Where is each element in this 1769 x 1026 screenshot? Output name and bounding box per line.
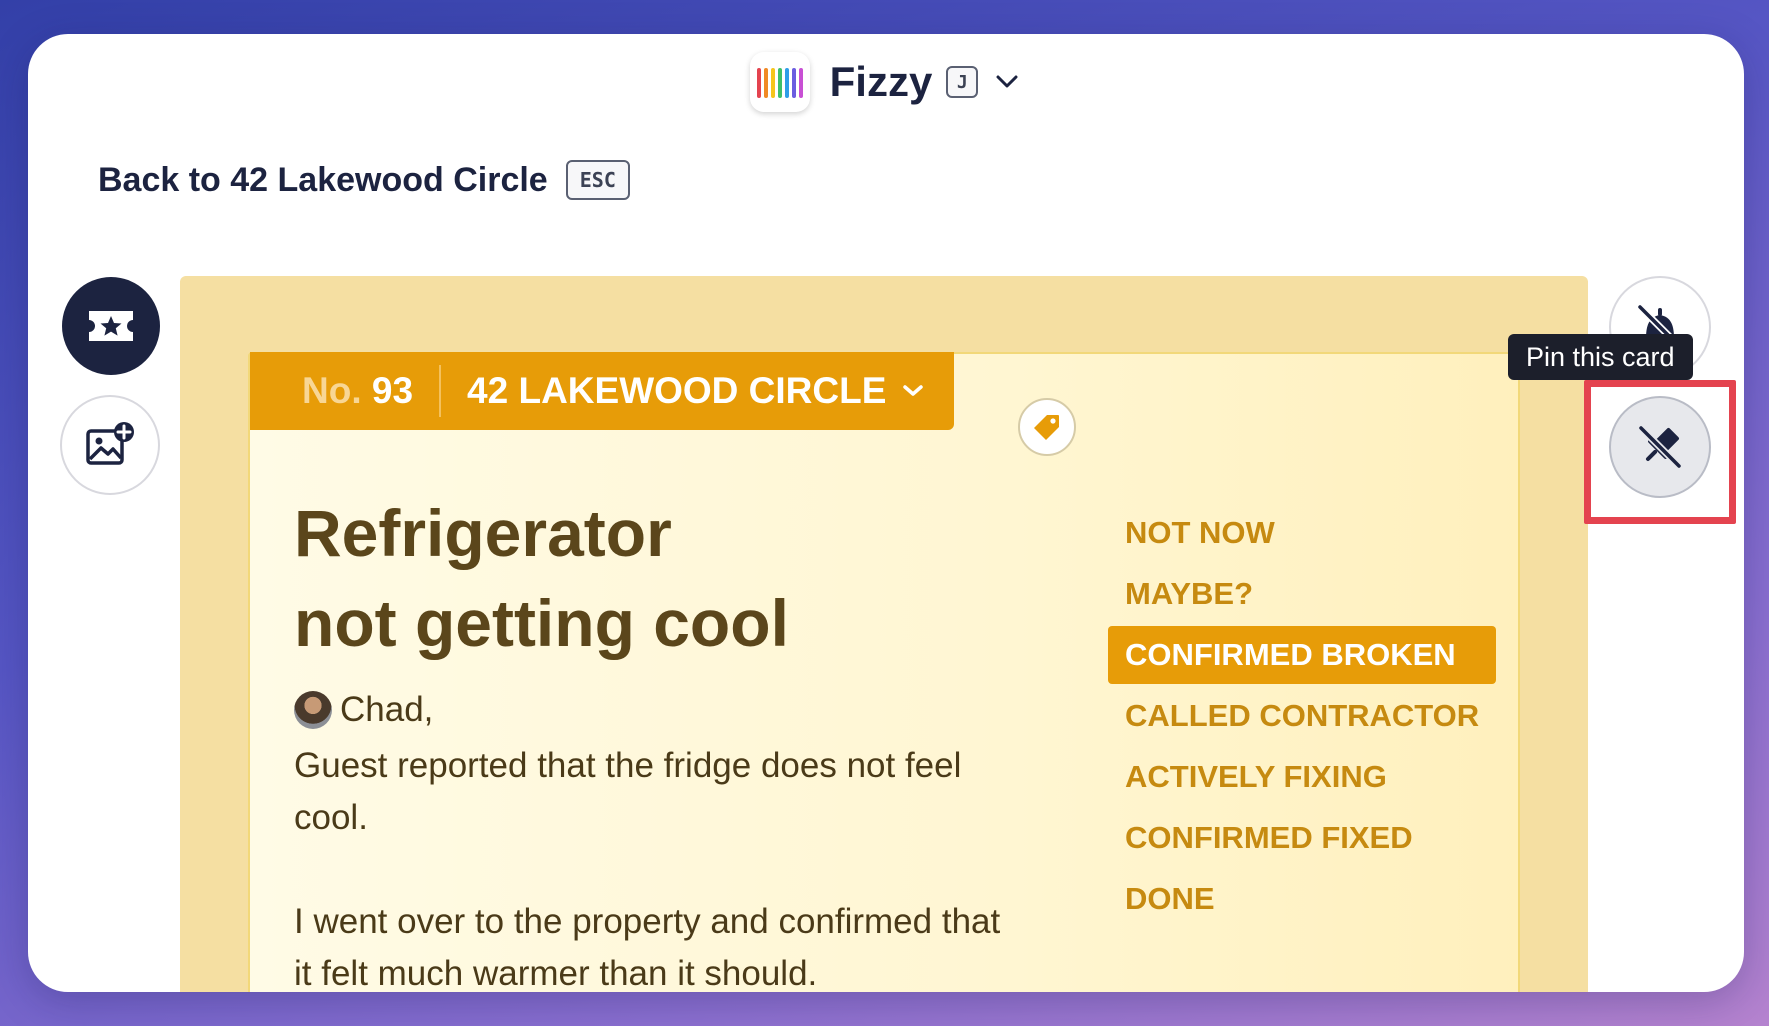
stage-done[interactable]: DONE xyxy=(1108,870,1496,928)
card-description[interactable]: Guest reported that the fridge does not … xyxy=(294,740,1014,992)
chevron-down-icon[interactable] xyxy=(992,67,1022,97)
card-author: Chad, xyxy=(294,690,433,730)
card-number-value: 93 xyxy=(371,370,414,411)
description-paragraph-2: I went over to the property and confirme… xyxy=(294,902,1001,992)
avatar xyxy=(294,691,332,729)
stage-not-now[interactable]: NOT NOW xyxy=(1108,504,1496,562)
card-number-label: No. xyxy=(302,370,362,411)
stage-called-contractor[interactable]: CALLED CONTRACTOR xyxy=(1108,687,1496,745)
stage-confirmed-broken[interactable]: CONFIRMED BROKEN xyxy=(1108,626,1496,684)
golden-ticket-button[interactable] xyxy=(62,277,160,375)
pin-off-icon xyxy=(1638,425,1682,469)
board-name[interactable]: 42 LAKEWOOD CIRCLE xyxy=(467,370,886,412)
app-name[interactable]: Fizzy xyxy=(830,58,933,106)
author-name: Chad, xyxy=(340,690,434,729)
tag-button[interactable] xyxy=(1018,398,1076,456)
card-title[interactable]: Refrigerator not getting cool xyxy=(294,488,974,668)
stage-maybe[interactable]: MAYBE? xyxy=(1108,565,1496,623)
stage-confirmed-fixed[interactable]: CONFIRMED FIXED xyxy=(1108,809,1496,867)
app-header: Fizzy J xyxy=(28,48,1744,116)
chevron-down-icon[interactable] xyxy=(902,384,924,398)
description-paragraph-1: Guest reported that the fridge does not … xyxy=(294,746,962,837)
back-link[interactable]: Back to 42 Lakewood Circle ESC xyxy=(98,160,630,200)
board-selector[interactable]: 42 LAKEWOOD CIRCLE xyxy=(441,370,924,412)
pin-card-button[interactable] xyxy=(1609,396,1711,498)
app-window: Fizzy J Back to 42 Lakewood Circle ESC N… xyxy=(28,34,1744,992)
stage-list: NOT NOW MAYBE? CONFIRMED BROKEN CALLED C… xyxy=(1108,504,1496,931)
ticket-star-icon xyxy=(89,311,133,341)
card-header-tab: No. 93 42 LAKEWOOD CIRCLE xyxy=(250,352,954,430)
tag-icon xyxy=(1034,415,1059,440)
shortcut-hint-esc: ESC xyxy=(565,160,630,200)
stage-actively-fixing[interactable]: ACTIVELY FIXING xyxy=(1108,748,1496,806)
card-title-line-2: not getting cool xyxy=(294,586,789,660)
fizzy-logo[interactable] xyxy=(749,52,810,112)
add-image-icon xyxy=(86,422,134,465)
back-link-label[interactable]: Back to 42 Lakewood Circle xyxy=(98,161,548,200)
card-number: No. 93 xyxy=(250,370,439,412)
pin-tooltip: Pin this card xyxy=(1508,334,1693,380)
add-image-button[interactable] xyxy=(60,395,160,495)
shortcut-hint-j: J xyxy=(946,66,979,98)
card-title-line-1: Refrigerator xyxy=(294,496,672,570)
